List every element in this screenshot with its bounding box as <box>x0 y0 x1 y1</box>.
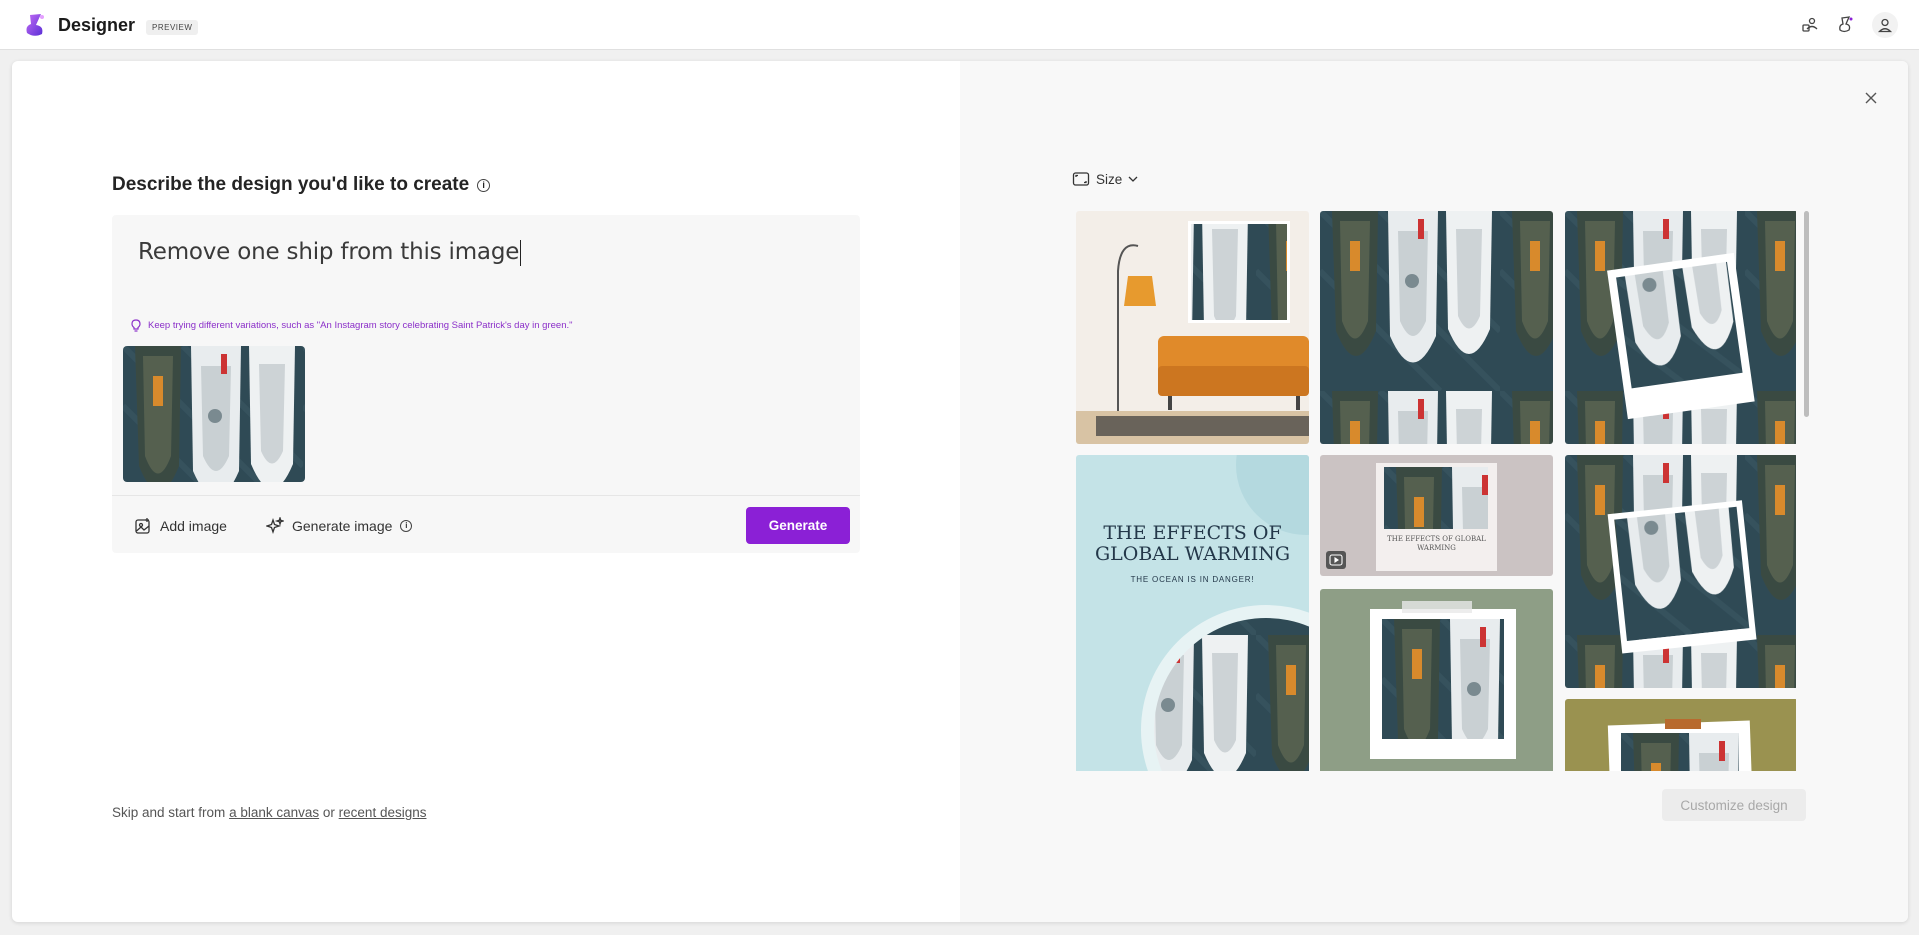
account-icon[interactable] <box>1872 12 1898 38</box>
results-pane: Size THE EFFECTS OF GLOBAL WARMING THE O… <box>960 61 1908 922</box>
skip-text: Skip and start from a blank canvas or re… <box>112 805 426 820</box>
info-icon[interactable]: i <box>477 178 491 192</box>
prompt-box[interactable]: Remove one ship from this image Keep try… <box>112 215 860 553</box>
generate-button[interactable]: Generate <box>746 507 850 544</box>
poster-title-line1: THE EFFECTS OF <box>1103 522 1282 544</box>
designer-sparkle-icon[interactable] <box>1834 13 1858 37</box>
design-result-polaroid-green[interactable] <box>1320 589 1553 771</box>
gallery-scrollbar[interactable] <box>1804 211 1809 417</box>
designer-logo-icon[interactable] <box>22 12 48 38</box>
skip-prefix: Skip and start from <box>112 805 226 820</box>
size-label: Size <box>1096 171 1123 187</box>
video-icon <box>1326 551 1346 569</box>
design-result-polaroid-tilt[interactable] <box>1565 211 1796 444</box>
design-result-olive[interactable] <box>1565 699 1796 771</box>
attached-image-thumbnail[interactable] <box>123 346 305 482</box>
poster-subtitle: THE OCEAN IS IN DANGER! <box>1130 575 1255 584</box>
tip-message: Keep trying different variations, such a… <box>130 319 573 332</box>
lightbulb-icon <box>130 319 142 332</box>
poster-title-line2: GLOBAL WARMING <box>1094 543 1291 565</box>
generate-image-label: Generate image <box>292 518 393 534</box>
divider <box>112 495 860 496</box>
close-icon[interactable] <box>1862 89 1880 107</box>
app-name: Designer <box>58 15 136 35</box>
design-result-video[interactable]: THE EFFECTS OF GLOBAL WARMING <box>1320 455 1553 576</box>
design-gallery: THE EFFECTS OF GLOBAL WARMING THE OCEAN … <box>1076 211 1796 771</box>
heading-text: Describe the design you'd like to create <box>112 174 470 195</box>
recent-designs-link[interactable]: recent designs <box>339 805 427 820</box>
tip-text: Keep trying different variations, such a… <box>148 320 573 331</box>
small-poster-line2: WARMING <box>1417 544 1456 552</box>
blank-canvas-link[interactable]: a blank canvas <box>229 805 319 820</box>
design-result-poster[interactable]: THE EFFECTS OF GLOBAL WARMING THE OCEAN … <box>1076 455 1309 771</box>
add-image-label: Add image <box>160 518 227 534</box>
top-bar: Designer PREVIEW <box>0 0 1919 50</box>
page-heading: Describe the design you'd like to create… <box>112 174 491 196</box>
customize-design-button[interactable]: Customize design <box>1662 789 1806 821</box>
preview-badge: PREVIEW <box>146 20 199 35</box>
add-image-button[interactable]: Add image <box>134 517 227 535</box>
small-poster-line1: THE EFFECTS OF GLOBAL <box>1387 535 1486 543</box>
text-caret <box>520 239 522 266</box>
prompt-value: Remove one ship from this image <box>138 239 520 265</box>
prompt-input[interactable]: Remove one ship from this image <box>138 239 522 266</box>
size-dropdown[interactable]: Size <box>1072 171 1138 187</box>
design-result-living-room[interactable] <box>1076 211 1309 444</box>
design-result-photo[interactable] <box>1320 211 1553 444</box>
share-icon[interactable] <box>1798 13 1822 37</box>
design-result-polaroid-tilt-2[interactable] <box>1565 455 1796 688</box>
chevron-down-icon <box>1128 175 1138 183</box>
info-icon[interactable]: i <box>400 520 413 532</box>
generate-image-button[interactable]: Generate image i <box>266 517 413 535</box>
aspect-ratio-icon <box>1072 171 1090 187</box>
designer-panel: Describe the design you'd like to create… <box>12 61 1908 922</box>
sparkle-icon <box>266 517 284 535</box>
add-image-icon <box>134 517 152 535</box>
skip-or: or <box>322 805 335 820</box>
